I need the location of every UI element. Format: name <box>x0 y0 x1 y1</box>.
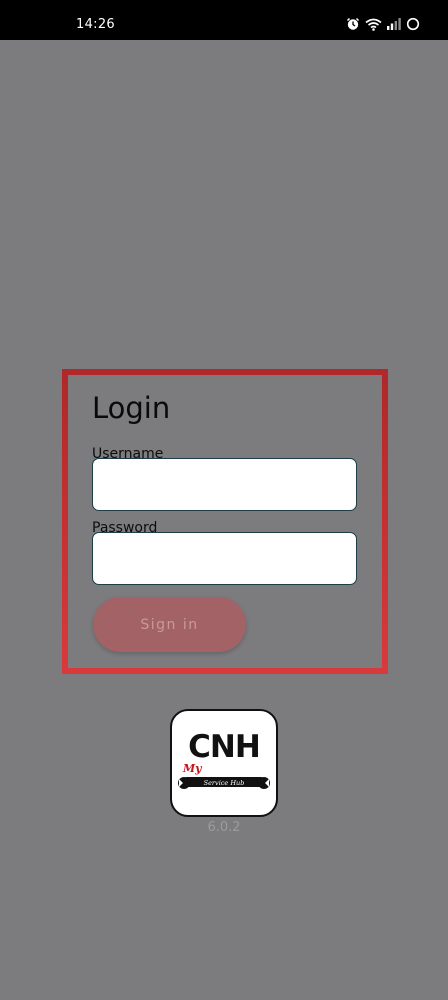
logo-brand-text: CNH <box>188 729 260 765</box>
signal-icon <box>387 18 401 30</box>
app-version: 6.0.2 <box>207 820 241 835</box>
status-icons <box>346 16 420 32</box>
sign-in-button[interactable]: Sign in <box>93 597 246 652</box>
login-card: Login Username Password Sign in <box>62 369 388 674</box>
login-title: Login <box>92 391 171 425</box>
logo-subtitle-text: Service Hub <box>204 779 245 787</box>
alarm-icon <box>346 17 360 31</box>
logo-script-text: My <box>182 762 203 775</box>
app-logo: CNH My Service Hub <box>170 709 278 817</box>
status-bar: 14:26 <box>0 0 448 40</box>
battery-icon <box>406 17 420 31</box>
status-time: 14:26 <box>76 17 115 32</box>
wifi-icon <box>365 18 382 31</box>
username-input[interactable] <box>92 458 357 511</box>
password-input[interactable] <box>92 532 357 585</box>
